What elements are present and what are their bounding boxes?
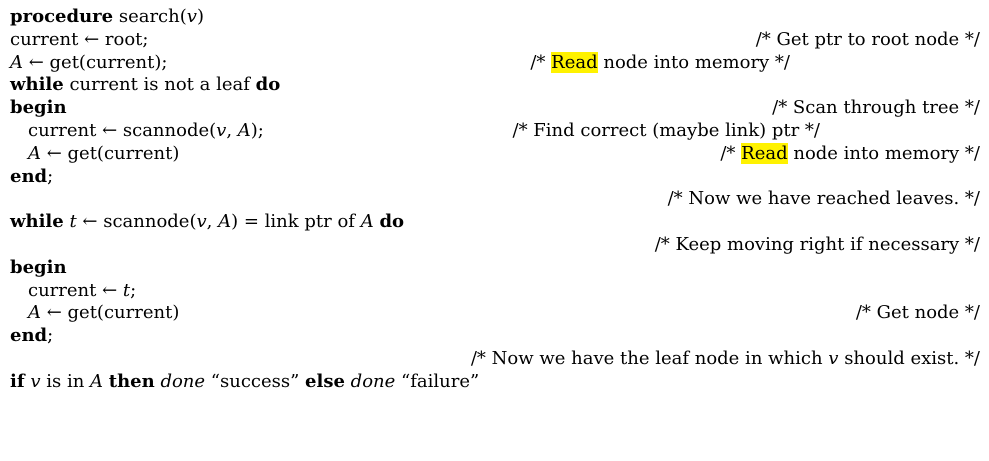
code-line: end; <box>10 166 980 189</box>
variable: v <box>216 119 227 141</box>
italic-word: done <box>160 370 206 392</box>
code-line: while current is not a leaf do <box>10 74 980 97</box>
code-line: current ← scannode(v, A); /* Find correc… <box>10 120 980 143</box>
code-text: ; <box>130 279 137 301</box>
comment: /* Read node into memory */ <box>530 51 790 75</box>
code-line: A ← get(current); /* Read node into memo… <box>10 51 980 75</box>
statement: procedure search(v) <box>10 6 204 29</box>
code-line: end; <box>10 325 980 348</box>
statement: begin <box>10 97 67 119</box>
code-text: current ← <box>28 279 123 301</box>
code-text: ) = link ptr of <box>231 211 361 233</box>
comment: /* Now we have the leaf node in which v … <box>471 348 980 371</box>
keyword: do <box>379 211 405 233</box>
comment: /* Get ptr to root node */ <box>755 28 980 50</box>
italic-word: done <box>350 370 396 392</box>
keyword: end <box>10 325 48 347</box>
statement: begin <box>10 256 67 278</box>
code-line: A ← get(current) /* Get node */ <box>10 302 980 325</box>
code-line: current ← root; /* Get ptr to root node … <box>10 29 980 52</box>
pseudocode-listing: procedure search(v) current ← root; /* G… <box>10 6 980 394</box>
comment-text: node into memory */ <box>597 51 790 73</box>
code-text: ← get(current); <box>23 51 168 73</box>
code-line: current ← t; <box>10 280 980 303</box>
comment: /* Find correct (maybe link) ptr */ <box>512 119 820 141</box>
statement: while t ← scannode(v, A) = link ptr of A… <box>10 211 404 234</box>
variable: A <box>28 142 41 164</box>
statement: A ← get(current) <box>28 302 179 325</box>
keyword: do <box>255 74 281 96</box>
string-literal: “success” <box>210 370 300 392</box>
code-text: ) <box>196 6 204 27</box>
keyword: then <box>108 370 155 392</box>
string-literal: “failure” <box>401 370 480 392</box>
comment: /* Get node */ <box>855 302 980 324</box>
code-line: if v is in A then done “success” else do… <box>10 371 980 394</box>
code-line-procedure: procedure search(v) <box>10 6 980 29</box>
statement: end; <box>10 166 53 189</box>
comment: /* Scan through tree */ <box>772 97 980 119</box>
statement: current ← scannode(v, A); <box>28 120 264 143</box>
code-text: current is not a leaf <box>63 74 256 96</box>
keyword: while <box>10 74 64 96</box>
variable: v <box>828 347 839 369</box>
variable: A <box>237 119 251 141</box>
code-line: /* Now we have the leaf node in which v … <box>10 348 980 371</box>
variable: A <box>90 370 104 392</box>
variable: v <box>186 6 197 27</box>
keyword: else <box>305 370 345 392</box>
code-text: ); <box>250 119 264 141</box>
statement: while current is not a leaf do <box>10 74 280 97</box>
variable: A <box>218 211 232 233</box>
statement: end; <box>10 325 53 348</box>
code-text: current ← scannode( <box>28 119 217 141</box>
keyword: procedure <box>10 6 114 27</box>
comment: /* Keep moving right if necessary */ <box>654 233 980 255</box>
comment: /* Read node into memory */ <box>720 142 980 166</box>
variable: A <box>360 211 374 233</box>
keyword: while <box>10 211 64 233</box>
code-text: , <box>226 119 238 141</box>
code-text: ; <box>47 165 54 187</box>
comment-text: should exist. */ <box>838 347 980 369</box>
comment-text: /* <box>530 51 552 73</box>
statement: A ← get(current) <box>28 143 179 166</box>
variable: v <box>196 211 207 233</box>
variable: t <box>69 211 77 233</box>
pseudocode-page: procedure search(v) current ← root; /* G… <box>0 0 989 461</box>
comment-text: /* Now we have the leaf node in which <box>470 347 829 369</box>
keyword: if <box>10 370 25 392</box>
statement: A ← get(current); <box>10 52 167 75</box>
code-line: A ← get(current) /* Read node into memor… <box>10 142 980 166</box>
comment-text: /* <box>720 142 742 164</box>
variable: A <box>10 51 23 73</box>
code-text: ; <box>47 325 54 347</box>
code-line: /* Now we have reached leaves. */ <box>10 188 980 211</box>
statement: current ← t; <box>28 280 136 303</box>
statement: current ← root; <box>10 28 149 50</box>
highlighted-word: Read <box>551 51 598 73</box>
code-text: , <box>206 211 219 233</box>
code-text: ← get(current) <box>41 302 180 324</box>
code-text: ← scannode( <box>76 211 197 233</box>
keyword: end <box>10 165 48 187</box>
code-line: while t ← scannode(v, A) = link ptr of A… <box>10 211 980 234</box>
comment-text: node into memory */ <box>787 142 980 164</box>
variable: v <box>30 370 41 392</box>
code-text: ← get(current) <box>41 142 180 164</box>
statement: if v is in A then done “success” else do… <box>10 371 479 394</box>
code-line: /* Keep moving right if necessary */ <box>10 234 980 257</box>
code-text: is in <box>40 370 91 392</box>
code-text: search( <box>113 6 187 27</box>
variable: A <box>28 302 41 324</box>
comment: /* Now we have reached leaves. */ <box>667 188 980 210</box>
highlighted-word: Read <box>741 142 788 164</box>
code-line: begin <box>10 257 980 280</box>
code-line: begin /* Scan through tree */ <box>10 97 980 120</box>
